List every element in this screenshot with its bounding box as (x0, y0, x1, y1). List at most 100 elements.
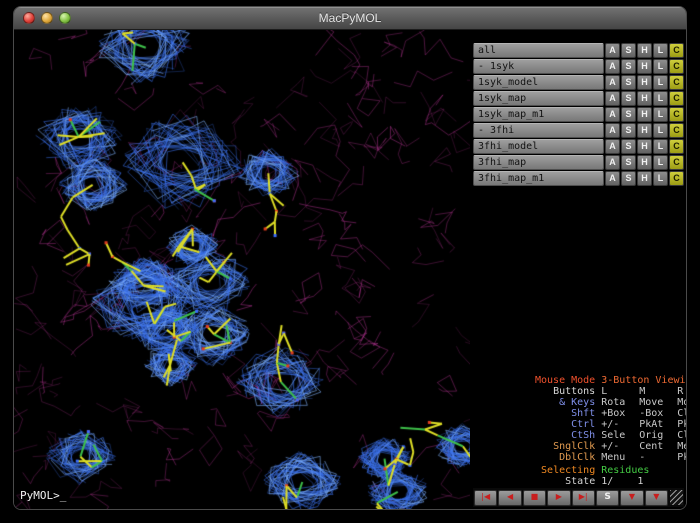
color-menu-button[interactable]: C (669, 75, 684, 90)
mouse-help-cell: R (671, 386, 686, 397)
resize-grip[interactable] (670, 490, 683, 505)
next-scene-button[interactable]: ▼ (645, 490, 668, 506)
show-menu-button[interactable]: S (621, 107, 636, 122)
mouse-help-cell: Orig (633, 430, 671, 441)
action-menu-button[interactable]: A (605, 171, 620, 186)
movie-play-button[interactable]: ▶ (547, 490, 570, 506)
mouse-help-row-label: CtSh (533, 430, 595, 441)
mouse-help-row-label: SnglClk (533, 441, 595, 452)
object-name-button[interactable]: 3fhi_map_m1 (473, 171, 604, 186)
state-label: State (533, 476, 595, 487)
label-menu-button[interactable]: L (653, 155, 668, 170)
mouse-help-cell: M (633, 386, 671, 397)
hide-menu-button[interactable]: H (637, 43, 652, 58)
color-menu-button[interactable]: C (669, 107, 684, 122)
mouse-help-cell: L (595, 386, 633, 397)
action-menu-button[interactable]: A (605, 43, 620, 58)
object-row: 3fhi_map A S H L C (473, 155, 684, 170)
mouse-help-cell: Rota (595, 397, 633, 408)
close-button[interactable] (23, 12, 35, 24)
mouse-help-row-label: Ctrl (533, 419, 595, 430)
color-menu-button[interactable]: C (669, 171, 684, 186)
object-row: - 3fhi A S H L C (473, 123, 684, 138)
label-menu-button[interactable]: L (653, 123, 668, 138)
mouse-help-row-label: & Keys (533, 397, 595, 408)
color-menu-button[interactable]: C (669, 123, 684, 138)
object-name-button[interactable]: all (473, 43, 604, 58)
selecting-label: Selecting (533, 465, 595, 476)
molecular-viewport[interactable]: PyMOL>_ (14, 30, 470, 509)
action-menu-button[interactable]: A (605, 139, 620, 154)
label-menu-button[interactable]: L (653, 75, 668, 90)
hide-menu-button[interactable]: H (637, 75, 652, 90)
hide-menu-button[interactable]: H (637, 123, 652, 138)
scene-button[interactable]: S (596, 490, 619, 506)
show-menu-button[interactable]: S (621, 123, 636, 138)
object-row: 3fhi_model A S H L C (473, 139, 684, 154)
action-menu-button[interactable]: A (605, 59, 620, 74)
show-menu-button[interactable]: S (621, 155, 636, 170)
action-menu-button[interactable]: A (605, 75, 620, 90)
window-content: PyMOL>_ all A S H L C - 1syk A S H L (14, 30, 686, 509)
color-menu-button[interactable]: C (669, 155, 684, 170)
movie-fast-forward-button[interactable]: ▶| (572, 490, 595, 506)
label-menu-button[interactable]: L (653, 43, 668, 58)
mouse-help-row-label: DblClk (533, 452, 595, 463)
object-name-button[interactable]: 1syk_map (473, 91, 604, 106)
label-menu-button[interactable]: L (653, 91, 668, 106)
object-name-button[interactable]: 3fhi_map (473, 155, 604, 170)
mouse-help-panel: Mouse Mode3-Button Viewing ButtonsLMRWhe… (473, 364, 684, 476)
object-name-button[interactable]: 3fhi_model (473, 139, 604, 154)
show-menu-button[interactable]: S (621, 43, 636, 58)
color-menu-button[interactable]: C (669, 43, 684, 58)
object-row: - 1syk A S H L C (473, 59, 684, 74)
minimize-button[interactable] (41, 12, 53, 24)
color-menu-button[interactable]: C (669, 139, 684, 154)
object-name-button[interactable]: 1syk_model (473, 75, 604, 90)
color-menu-button[interactable]: C (669, 59, 684, 74)
command-input[interactable]: PyMOL>_ (20, 489, 66, 502)
prev-scene-button[interactable]: ▼ (620, 490, 643, 506)
hide-menu-button[interactable]: H (637, 139, 652, 154)
movie-control-bar: |◀ ◀ ■ ▶ ▶| S ▼ ▼ (473, 488, 684, 507)
action-menu-button[interactable]: A (605, 91, 620, 106)
mouse-help-cell: PkAt (671, 452, 686, 463)
title-bar[interactable]: MacPyMOL (14, 7, 686, 30)
label-menu-button[interactable]: L (653, 171, 668, 186)
mouse-mode-label: Mouse Mode (533, 375, 595, 386)
mouse-help-cell: -Box (633, 408, 671, 419)
object-name-button[interactable]: - 1syk (473, 59, 604, 74)
hide-menu-button[interactable]: H (637, 155, 652, 170)
show-menu-button[interactable]: S (621, 139, 636, 154)
movie-step-back-button[interactable]: ◀ (498, 490, 521, 506)
action-menu-button[interactable]: A (605, 107, 620, 122)
mouse-help-cell: PkAt (633, 419, 671, 430)
movie-rewind-button[interactable]: |◀ (474, 490, 497, 506)
object-name-button[interactable]: 1syk_map_m1 (473, 107, 604, 122)
show-menu-button[interactable]: S (621, 59, 636, 74)
hide-menu-button[interactable]: H (637, 91, 652, 106)
hide-menu-button[interactable]: H (637, 59, 652, 74)
color-menu-button[interactable]: C (669, 91, 684, 106)
show-menu-button[interactable]: S (621, 91, 636, 106)
hide-menu-button[interactable]: H (637, 107, 652, 122)
label-menu-button[interactable]: L (653, 139, 668, 154)
zoom-button[interactable] (59, 12, 71, 24)
action-menu-button[interactable]: A (605, 155, 620, 170)
window-title: MacPyMOL (319, 11, 382, 25)
object-name-button[interactable]: - 3fhi (473, 123, 604, 138)
selecting-value[interactable]: Residues (595, 465, 649, 476)
show-menu-button[interactable]: S (621, 171, 636, 186)
mouse-help-cell: Cent (633, 441, 671, 452)
object-row: 1syk_map A S H L C (473, 91, 684, 106)
action-menu-button[interactable]: A (605, 123, 620, 138)
label-menu-button[interactable]: L (653, 59, 668, 74)
label-menu-button[interactable]: L (653, 107, 668, 122)
viewport-canvas[interactable] (14, 30, 470, 509)
mouse-help-cell: +Box (595, 408, 633, 419)
show-menu-button[interactable]: S (621, 75, 636, 90)
mouse-help-row-label: Shft (533, 408, 595, 419)
movie-stop-button[interactable]: ■ (523, 490, 546, 506)
control-panel: all A S H L C - 1syk A S H L C 1syk_mode… (470, 30, 686, 509)
hide-menu-button[interactable]: H (637, 171, 652, 186)
